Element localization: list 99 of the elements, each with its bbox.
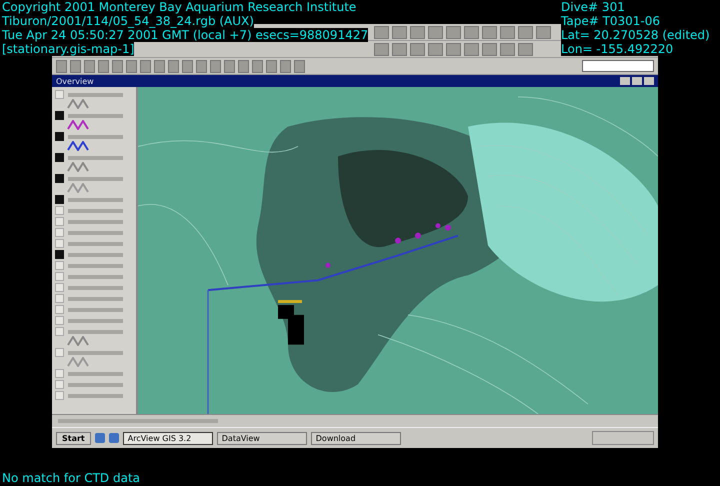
- layer-checkbox[interactable]: [55, 174, 64, 183]
- toolbar-icon[interactable]: [518, 42, 533, 56]
- layer-checkbox[interactable]: [55, 132, 64, 141]
- overlay-text: Lon= -155.492220: [561, 42, 674, 56]
- taskbar-button[interactable]: DataView: [216, 432, 307, 444]
- blurred-label: [68, 252, 123, 256]
- toolbar-icon[interactable]: [482, 42, 497, 56]
- blurred-label: [68, 286, 123, 290]
- blurred-label: [68, 134, 123, 138]
- window-title: Overview: [56, 76, 94, 86]
- toolbar-icon[interactable]: [518, 26, 533, 38]
- toolbar-icon[interactable]: [196, 60, 207, 72]
- toolbar-icon[interactable]: [182, 60, 193, 72]
- layer-checkbox[interactable]: [55, 217, 64, 226]
- layer-checkbox[interactable]: [55, 228, 64, 237]
- layer-checkbox[interactable]: [55, 206, 64, 215]
- toolbar-icon[interactable]: [464, 42, 479, 56]
- layer-checkbox[interactable]: [55, 153, 64, 162]
- toolbar-icon[interactable]: [84, 60, 95, 72]
- layer-checkbox[interactable]: [55, 283, 64, 292]
- blurred-label: [68, 220, 123, 224]
- blurred-label: [68, 156, 123, 160]
- toolbar-icon[interactable]: [410, 42, 425, 56]
- toolbar-icon[interactable]: [266, 60, 277, 72]
- toolbar-icon[interactable]: [482, 26, 497, 38]
- toolbar-icon[interactable]: [98, 60, 109, 72]
- layer-checkbox[interactable]: [55, 195, 64, 204]
- toolbar-icon[interactable]: [392, 26, 407, 38]
- toolbar-icon[interactable]: [280, 60, 291, 72]
- toolbar-icon[interactable]: [154, 60, 165, 72]
- taskbar-button[interactable]: ArcView GIS 3.2: [122, 432, 213, 444]
- toolbar-icon[interactable]: [112, 60, 123, 72]
- toolbar-icon[interactable]: [446, 42, 461, 56]
- toolbar-icon[interactable]: [168, 60, 179, 72]
- blurred-label: [68, 372, 123, 376]
- layer-checkbox[interactable]: [55, 391, 64, 400]
- toolbar-icon[interactable]: [294, 60, 305, 72]
- overlay-text: [stationary.gis-map-1]: [2, 42, 134, 56]
- blurred-label: [68, 350, 123, 354]
- layer-checkbox[interactable]: [55, 380, 64, 389]
- blurred-label: [68, 394, 123, 398]
- blurred-label: [68, 274, 123, 278]
- blurred-label: [68, 198, 123, 202]
- overlay-text: Tiburon/2001/114/05_54_38_24.rgb (AUX): [2, 14, 254, 28]
- layer-checkbox[interactable]: [55, 316, 64, 325]
- layer-checkbox[interactable]: [55, 294, 64, 303]
- blurred-label: [68, 330, 123, 334]
- blurred-label: [68, 264, 123, 268]
- blurred-label: [68, 208, 123, 212]
- layer-checkbox[interactable]: [55, 250, 64, 259]
- taskbar-button[interactable]: Download: [310, 432, 401, 444]
- toolbar-icon[interactable]: [56, 60, 67, 72]
- toolbar-icon[interactable]: [410, 26, 425, 38]
- scale-field[interactable]: [582, 60, 654, 72]
- blurred-label: [68, 92, 123, 96]
- blurred-label: [68, 296, 123, 300]
- blurred-label: [68, 114, 123, 118]
- toolbar-icon[interactable]: [224, 60, 235, 72]
- overlay-text: Tue Apr 24 05:50:27 2001 GMT (local +7) esecs=988091427: [2, 28, 368, 42]
- toolbar-icon[interactable]: [238, 60, 249, 72]
- toolbar-icon[interactable]: [374, 42, 389, 56]
- toolbar-icon[interactable]: [126, 60, 137, 72]
- blurred-label: [68, 382, 123, 386]
- toolbar-icon[interactable]: [500, 26, 515, 38]
- quick-launch-icon[interactable]: [108, 433, 119, 443]
- toolbar-icon[interactable]: [446, 26, 461, 38]
- overlay-text: Copyright 2001 Monterey Bay Aquarium Research Institute: [2, 0, 356, 14]
- layer-checkbox[interactable]: [55, 327, 64, 336]
- toolbar-icon[interactable]: [428, 42, 443, 56]
- layer-checkbox[interactable]: [55, 348, 64, 357]
- toolbar-icon[interactable]: [500, 42, 515, 56]
- overlay-text: Dive# 301: [561, 0, 625, 14]
- toolbar-icon[interactable]: [70, 60, 81, 72]
- toolbar-icon[interactable]: [464, 26, 479, 38]
- layer-checkbox[interactable]: [55, 111, 64, 120]
- overlay-text: Lat= 20.270528 (edited): [561, 28, 710, 42]
- toolbar-icon[interactable]: [536, 26, 551, 38]
- toolbar-icon[interactable]: [392, 42, 407, 56]
- system-tray: [592, 431, 654, 445]
- layer-checkbox[interactable]: [55, 272, 64, 281]
- toolbar-icon[interactable]: [374, 26, 389, 38]
- overlay-text: Tape# T0301-06: [561, 14, 660, 28]
- toolbar-icon[interactable]: [252, 60, 263, 72]
- toolbar-icon[interactable]: [210, 60, 221, 72]
- layer-checkbox[interactable]: [55, 261, 64, 270]
- toolbar-icon[interactable]: [140, 60, 151, 72]
- blurred-label: [68, 318, 123, 322]
- layer-checkbox[interactable]: [55, 239, 64, 248]
- start-button[interactable]: Start: [56, 432, 91, 444]
- blurred-label: [68, 308, 123, 312]
- blurred-label: [68, 230, 123, 234]
- status-message: No match for CTD data: [2, 471, 140, 485]
- blurred-label: [68, 176, 123, 180]
- layer-checkbox[interactable]: [55, 90, 64, 99]
- layer-checkbox[interactable]: [55, 369, 64, 378]
- blurred-label: [68, 242, 123, 246]
- layer-checkbox[interactable]: [55, 305, 64, 314]
- quick-launch-icon[interactable]: [94, 433, 105, 443]
- toolbar-icon[interactable]: [428, 26, 443, 38]
